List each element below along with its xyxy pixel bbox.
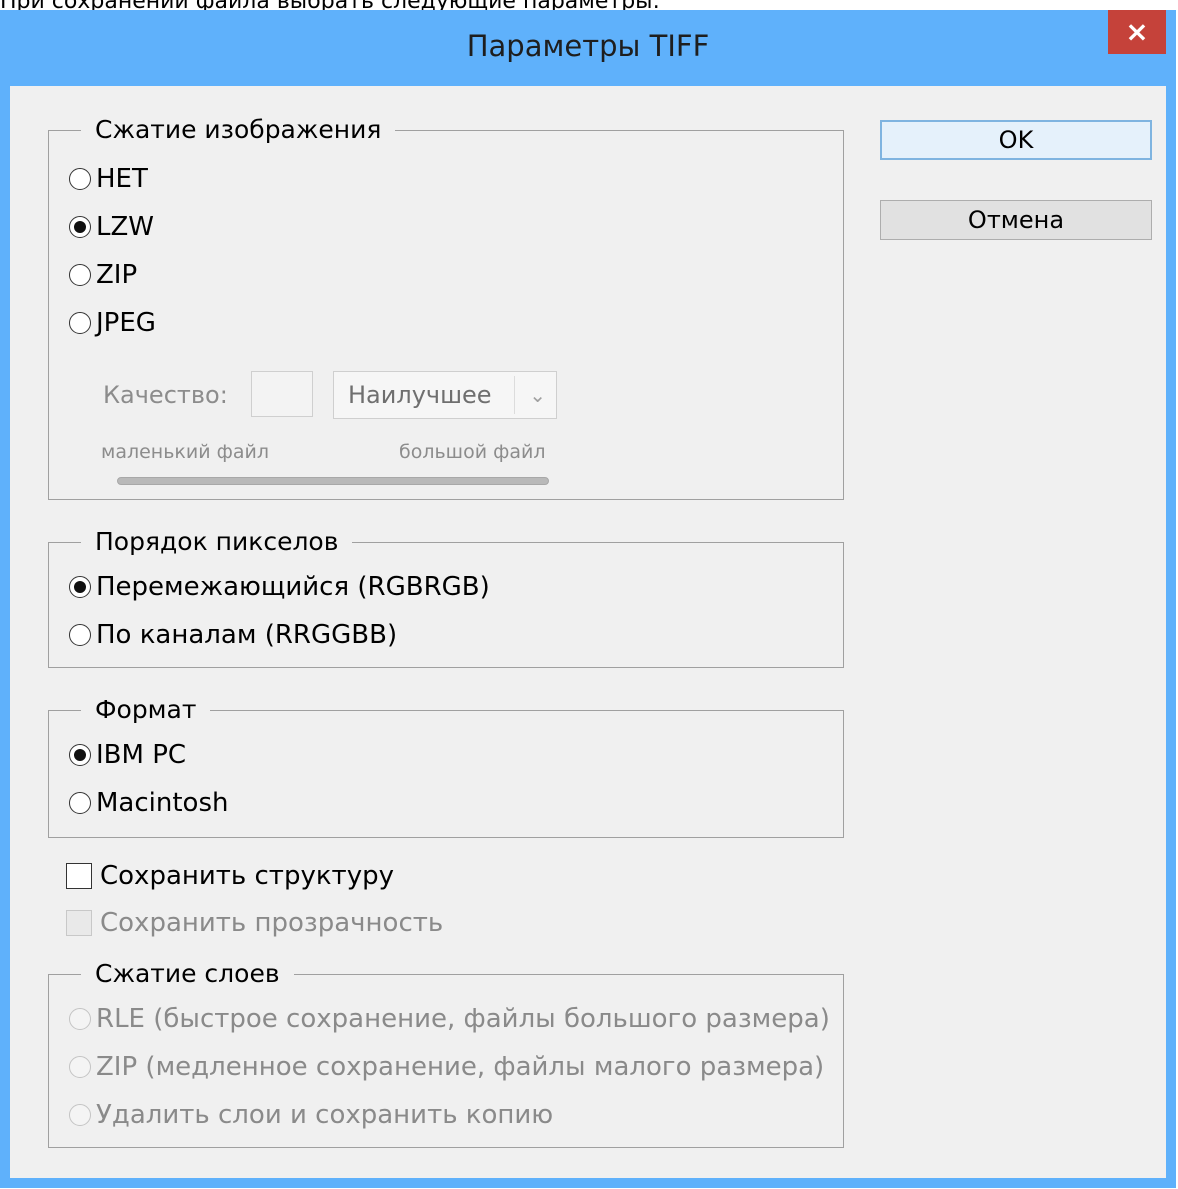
radio-checked-icon (69, 576, 91, 598)
radio-label: ZIP (медленное сохранение, файлы малого … (96, 1052, 825, 1082)
radio-label: Перемежающийся (RGBRGB) (96, 572, 490, 602)
cancel-button[interactable]: Отмена (880, 200, 1152, 240)
dialog-title: Параметры TIFF (466, 29, 710, 63)
radio-label: RLE (быстрое сохранение, файлы большого … (96, 1004, 830, 1034)
radio-label: Удалить слои и сохранить копию (96, 1100, 554, 1130)
radio-layer-discard[interactable]: Удалить слои и сохранить копию (69, 1095, 553, 1135)
quality-slider[interactable] (117, 477, 549, 485)
small-file-label: маленький файл (101, 441, 270, 463)
radio-icon (69, 792, 91, 814)
radio-label: По каналам (RRGGBB) (96, 620, 398, 650)
radio-ibm-pc[interactable]: IBM PC (69, 735, 186, 775)
title-bar[interactable]: Параметры TIFF × (0, 10, 1176, 86)
radio-icon (69, 1008, 91, 1030)
radio-label: JPEG (96, 308, 156, 338)
image-compression-group: Сжатие изображения НЕТ LZW ZIP JPEG Каче… (48, 112, 844, 500)
close-icon: × (1125, 15, 1149, 48)
radio-icon (69, 312, 91, 334)
pixel-order-group: Порядок пикселов Перемежающийся (RGBRGB)… (48, 524, 844, 668)
quality-select[interactable]: Наилучшее ⌄ (333, 371, 557, 419)
radio-checked-icon (69, 216, 91, 238)
radio-per-channel[interactable]: По каналам (RRGGBB) (69, 615, 397, 655)
radio-compression-zip[interactable]: ZIP (69, 255, 137, 295)
radio-compression-jpeg[interactable]: JPEG (69, 303, 156, 343)
radio-checked-icon (69, 744, 91, 766)
radio-label: Macintosh (96, 788, 229, 818)
checkbox-icon (66, 910, 92, 936)
quality-select-value: Наилучшее (348, 381, 492, 409)
chevron-down-icon: ⌄ (529, 383, 546, 407)
byte-order-legend: Формат (81, 692, 211, 728)
radio-compression-lzw[interactable]: LZW (69, 207, 154, 247)
radio-icon (69, 1104, 91, 1126)
checkbox-icon (66, 863, 92, 889)
radio-label: ZIP (96, 260, 138, 290)
radio-icon (69, 1056, 91, 1078)
byte-order-group: Формат IBM PC Macintosh (48, 692, 844, 838)
radio-compression-none[interactable]: НЕТ (69, 159, 148, 199)
save-structure-checkbox[interactable]: Сохранить структуру (66, 856, 394, 896)
quality-input[interactable] (251, 371, 313, 417)
checkbox-label: Сохранить структуру (100, 861, 394, 891)
radio-interleaved[interactable]: Перемежающийся (RGBRGB) (69, 567, 490, 607)
tiff-options-dialog: Параметры TIFF × Сжатие изображения НЕТ … (0, 10, 1176, 1188)
radio-icon (69, 168, 91, 190)
big-file-label: большой файл (399, 441, 546, 463)
radio-layer-zip[interactable]: ZIP (медленное сохранение, файлы малого … (69, 1047, 824, 1087)
close-button[interactable]: × (1108, 10, 1166, 54)
radio-macintosh[interactable]: Macintosh (69, 783, 229, 823)
pixel-order-legend: Порядок пикселов (81, 524, 353, 560)
quality-label: Качество: (103, 381, 228, 409)
dialog-client-area: Сжатие изображения НЕТ LZW ZIP JPEG Каче… (10, 86, 1166, 1178)
image-compression-legend: Сжатие изображения (81, 112, 396, 148)
checkbox-label: Сохранить прозрачность (100, 908, 444, 938)
select-divider (514, 376, 515, 414)
layer-compression-group: Сжатие слоев RLE (быстрое сохранение, фа… (48, 956, 844, 1148)
radio-icon (69, 624, 91, 646)
save-transparency-checkbox[interactable]: Сохранить прозрачность (66, 903, 443, 943)
radio-label: НЕТ (96, 164, 148, 194)
radio-layer-rle[interactable]: RLE (быстрое сохранение, файлы большого … (69, 999, 830, 1039)
radio-label: IBM PC (96, 740, 187, 770)
radio-label: LZW (96, 212, 155, 242)
ok-button[interactable]: OK (880, 120, 1152, 160)
radio-icon (69, 264, 91, 286)
layer-compression-legend: Сжатие слоев (81, 956, 294, 992)
